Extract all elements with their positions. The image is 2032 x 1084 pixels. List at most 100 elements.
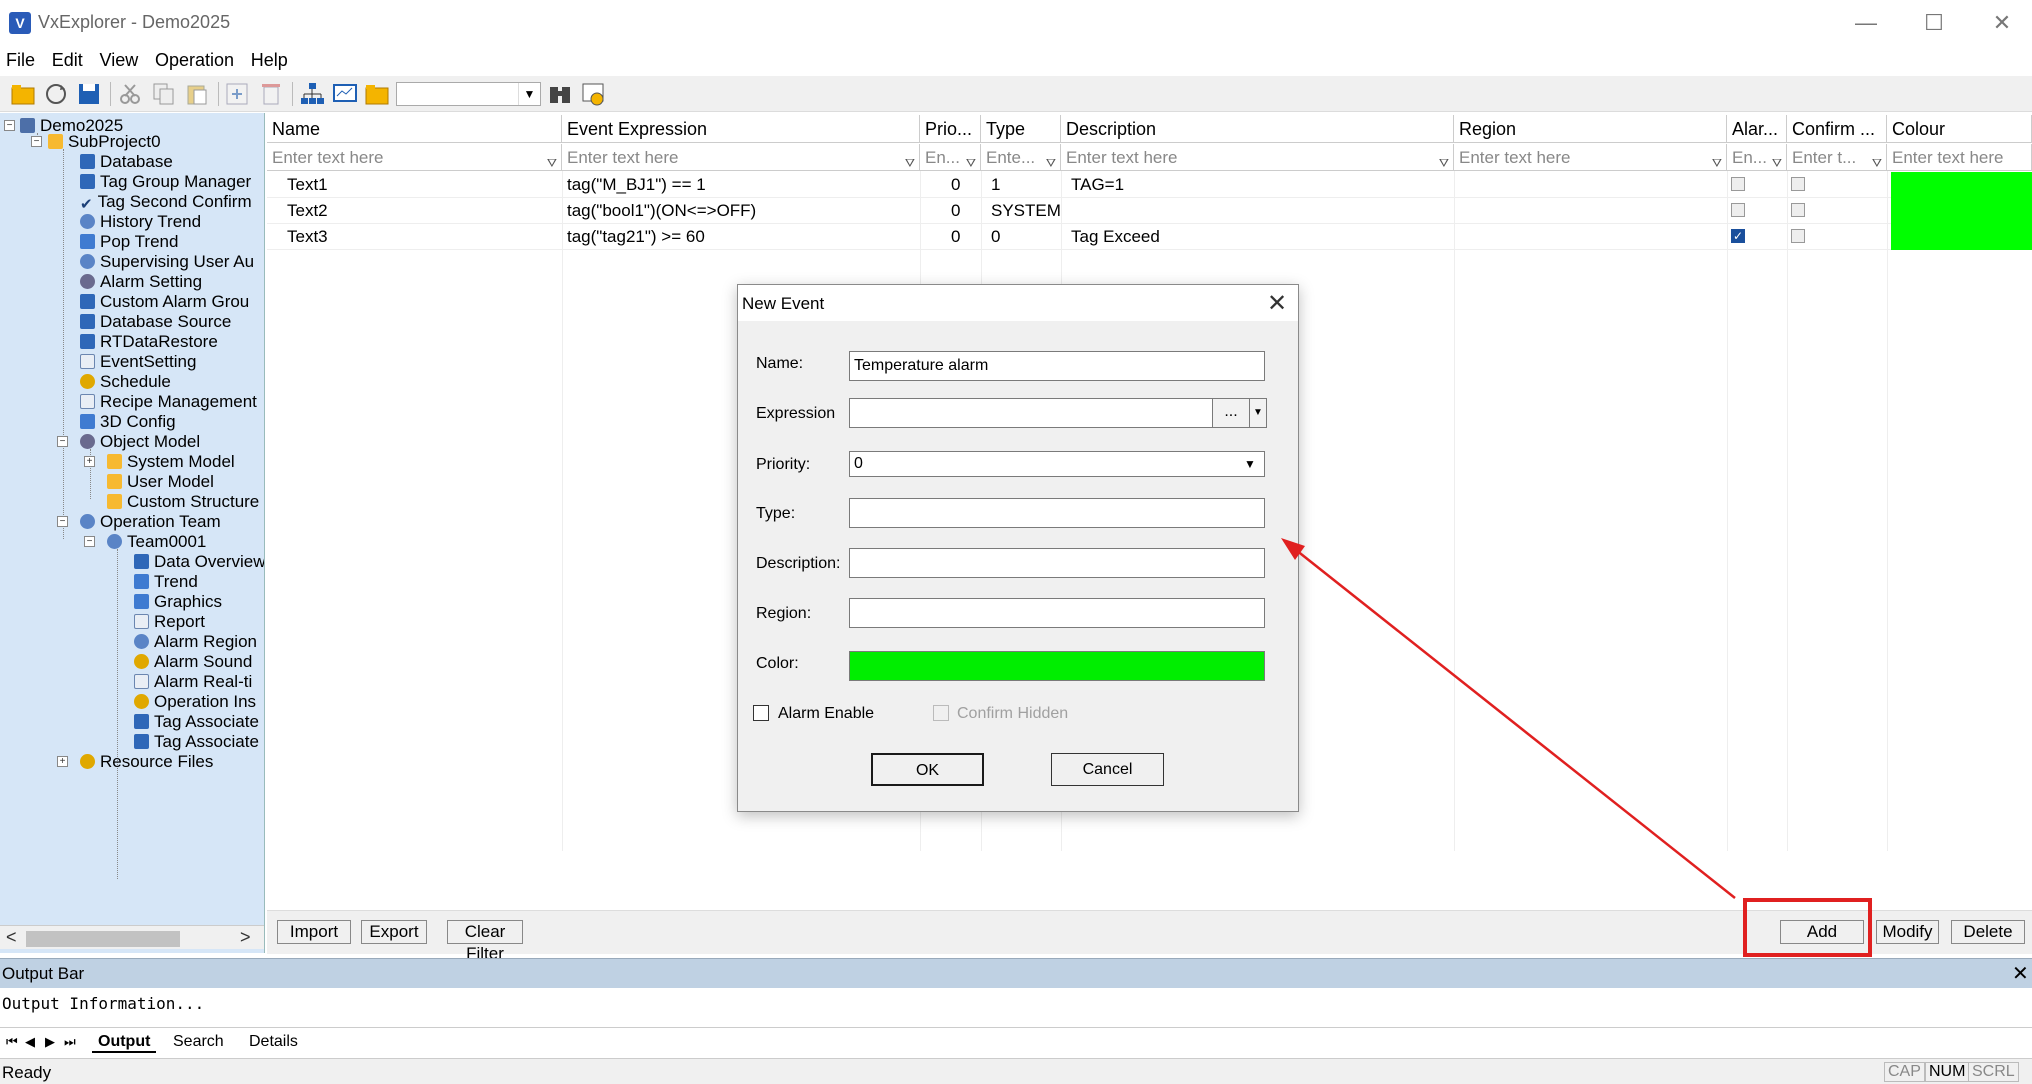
scroll-right-icon[interactable]: > xyxy=(240,927,251,948)
filter-icon[interactable]: ⛛ xyxy=(1772,150,1782,171)
ok-button[interactable]: OK xyxy=(871,753,984,786)
next-page-icon[interactable]: ▶ xyxy=(45,1034,55,1050)
filter-icon[interactable]: ⛛ xyxy=(547,150,557,171)
tab-output[interactable]: Output xyxy=(92,1031,157,1053)
alarm-checkbox-checked[interactable]: ✓ xyxy=(1731,229,1745,243)
close-output-icon[interactable]: ✕ xyxy=(2012,961,2029,986)
tree-item-team0001[interactable]: Team0001 xyxy=(107,532,206,552)
maximize-button[interactable]: ☐ xyxy=(1904,6,1964,40)
tree-item-tag-associate-2[interactable]: Tag Associate xyxy=(134,732,259,752)
menu-help[interactable]: Help xyxy=(245,46,294,71)
tree-item-alarm-sound[interactable]: Alarm Sound xyxy=(134,652,252,672)
tab-details[interactable]: Details xyxy=(243,1031,304,1053)
delete-item-icon[interactable] xyxy=(258,81,284,107)
column-header-alarm[interactable]: Alar... xyxy=(1727,115,1787,143)
menu-file[interactable]: File xyxy=(0,46,41,71)
collapse-icon[interactable]: − xyxy=(57,516,68,527)
column-header-description[interactable]: Description xyxy=(1061,115,1454,143)
filter-alarm[interactable]: En... ⛛ xyxy=(1727,144,1787,171)
tree-item-operation-team[interactable]: Operation Team xyxy=(80,512,221,532)
prev-page-icon[interactable]: ◀ xyxy=(25,1034,35,1050)
tree-item-tag-associate-1[interactable]: Tag Associate xyxy=(134,712,259,732)
column-header-priority[interactable]: Prio... xyxy=(920,115,981,143)
alarm-checkbox[interactable] xyxy=(1731,203,1745,217)
paste-icon[interactable] xyxy=(184,81,210,107)
filter-region[interactable]: Enter text here ⛛ xyxy=(1454,144,1727,171)
alarm-enable-checkbox[interactable] xyxy=(753,705,769,721)
filter-icon[interactable]: ⛛ xyxy=(966,150,976,171)
import-button[interactable]: Import xyxy=(277,920,351,944)
tree-item-database-source[interactable]: Database Source xyxy=(80,312,231,332)
chevron-down-icon[interactable]: ▼ xyxy=(518,83,540,105)
binoculars-icon[interactable] xyxy=(547,81,573,107)
export-button[interactable]: Export xyxy=(361,920,427,944)
hierarchy-icon[interactable] xyxy=(299,81,325,107)
tree-item-user-model[interactable]: User Model xyxy=(107,472,214,492)
collapse-icon[interactable]: − xyxy=(31,136,42,147)
column-header-type[interactable]: Type xyxy=(981,115,1061,143)
table-row[interactable]: Text2 tag("bool1")(ON<=>OFF) 0 SYSTEM xyxy=(267,198,2032,224)
filter-confirm[interactable]: Enter t... ⛛ xyxy=(1787,144,1887,171)
filter-icon[interactable]: ⛛ xyxy=(905,150,915,171)
tree-item-graphics[interactable]: Graphics xyxy=(134,592,222,612)
cancel-button[interactable]: Cancel xyxy=(1051,753,1164,786)
tree-subproject[interactable]: SubProject0 xyxy=(48,132,161,152)
region-input[interactable] xyxy=(849,598,1265,628)
tree-item-custom-alarm-group[interactable]: Custom Alarm Grou xyxy=(80,292,249,312)
tree-item-operation-ins[interactable]: Operation Ins xyxy=(134,692,256,712)
table-row[interactable]: Text3 tag("tag21") >= 60 0 0 Tag Exceed … xyxy=(267,224,2032,250)
tree-item-schedule[interactable]: Schedule xyxy=(80,372,171,392)
color-picker[interactable] xyxy=(849,651,1265,681)
expand-icon[interactable]: + xyxy=(84,456,95,467)
menu-edit[interactable]: Edit xyxy=(46,46,89,71)
filter-icon[interactable]: ⛛ xyxy=(1872,150,1882,171)
column-header-colour[interactable]: Colour xyxy=(1887,115,2032,143)
name-input[interactable]: Temperature alarm xyxy=(849,351,1265,381)
minimize-button[interactable]: — xyxy=(1836,6,1896,40)
tree-item-report[interactable]: Report xyxy=(134,612,205,632)
filter-type[interactable]: Ente... ⛛ xyxy=(981,144,1061,171)
description-input[interactable] xyxy=(849,548,1265,578)
tree-item-database[interactable]: Database xyxy=(80,152,173,172)
close-window-button[interactable]: ✕ xyxy=(1972,6,2032,40)
chevron-down-icon[interactable]: ▼ xyxy=(1249,398,1267,428)
settings-screen-icon[interactable] xyxy=(580,81,606,107)
open-folder-icon[interactable] xyxy=(10,81,36,107)
save-icon[interactable] xyxy=(76,81,102,107)
delete-button[interactable]: Delete xyxy=(1951,920,2025,944)
tree-item-alarm-realtime[interactable]: Alarm Real-ti xyxy=(134,672,252,692)
refresh-icon[interactable] xyxy=(43,81,69,107)
filter-colour[interactable]: Enter text here xyxy=(1887,144,2032,171)
tree-item-eventsetting[interactable]: EventSetting xyxy=(80,352,196,372)
priority-select[interactable]: 0 xyxy=(849,451,1265,477)
scroll-thumb[interactable] xyxy=(26,931,180,947)
expression-input[interactable] xyxy=(849,398,1213,428)
first-page-icon[interactable]: ⏮ xyxy=(6,1034,18,1050)
expand-icon[interactable]: + xyxy=(57,756,68,767)
tree-item-supervising-user[interactable]: Supervising User Au xyxy=(80,252,254,272)
alarm-checkbox[interactable] xyxy=(1731,177,1745,191)
expression-browse-button[interactable]: ... xyxy=(1212,398,1250,428)
menu-operation[interactable]: Operation xyxy=(149,46,240,71)
menu-view[interactable]: View xyxy=(94,46,145,71)
last-page-icon[interactable]: ⏭ xyxy=(64,1034,76,1050)
monitor-icon[interactable] xyxy=(332,81,358,107)
toolbar-combo[interactable]: ▼ xyxy=(396,82,541,106)
tree-item-custom-structure[interactable]: Custom Structure xyxy=(107,492,259,512)
filter-icon[interactable]: ⛛ xyxy=(1712,150,1722,171)
tree-item-tag-group-manager[interactable]: Tag Group Manager xyxy=(80,172,251,192)
type-input[interactable] xyxy=(849,498,1265,528)
folder-icon[interactable] xyxy=(364,81,390,107)
tree-item-3d-config[interactable]: 3D Config xyxy=(80,412,176,432)
add-item-icon[interactable] xyxy=(224,81,250,107)
tree-item-recipe-management[interactable]: Recipe Management xyxy=(80,392,257,412)
collapse-icon[interactable]: − xyxy=(4,120,15,131)
tree-item-trend[interactable]: Trend xyxy=(134,572,198,592)
filter-description[interactable]: Enter text here ⛛ xyxy=(1061,144,1454,171)
tree-item-data-overview[interactable]: Data Overview xyxy=(134,552,264,572)
filter-priority[interactable]: En... ⛛ xyxy=(920,144,981,171)
confirm-checkbox[interactable] xyxy=(1791,177,1805,191)
tree-horizontal-scrollbar[interactable]: < > xyxy=(0,925,264,949)
collapse-icon[interactable]: − xyxy=(57,436,68,447)
tree-item-system-model[interactable]: System Model xyxy=(107,452,235,472)
